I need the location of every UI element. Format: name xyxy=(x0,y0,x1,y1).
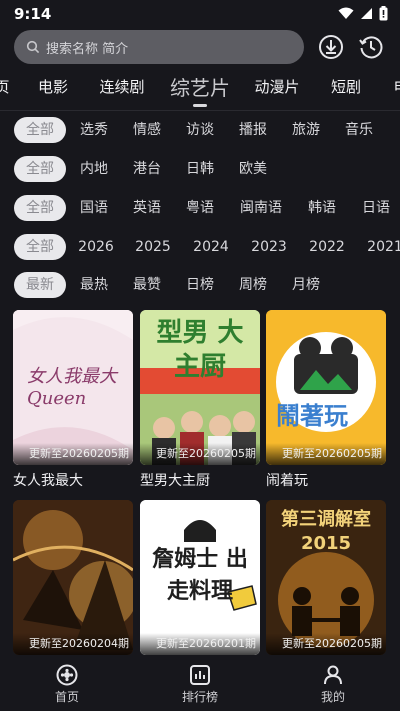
year-all-chip[interactable]: 全部 xyxy=(14,234,66,260)
show-poster[interactable]: 第三调解室 2015 更新至20260205期 xyxy=(266,500,386,655)
year-chip[interactable]: 2026 xyxy=(78,234,114,260)
show-poster[interactable]: 更新至20260204期 xyxy=(13,500,133,655)
show-poster[interactable]: 型男 大主厨 更新至20260205期 xyxy=(140,310,260,465)
battery-icon xyxy=(379,6,388,21)
tab-anime[interactable]: 动漫片 xyxy=(254,76,299,97)
show-card[interactable]: 詹姆士 出走料理 更新至20260201期 xyxy=(140,500,260,655)
poster-title-text: 詹姆士 出走料理 xyxy=(152,547,248,604)
genre-chip[interactable]: 播报 xyxy=(239,117,267,143)
show-poster[interactable]: 詹姆士 出走料理 更新至20260201期 xyxy=(140,500,260,655)
region-chip[interactable]: 日韩 xyxy=(186,156,214,182)
genre-all-chip[interactable]: 全部 xyxy=(14,117,66,143)
update-badge: 更新至20260201期 xyxy=(140,633,260,655)
poster-title-text: 第三调解室 2015 xyxy=(281,509,371,554)
signal-icon xyxy=(361,8,372,19)
year-chip[interactable]: 2022 xyxy=(309,234,345,260)
show-card[interactable]: 更新至20260204期 xyxy=(13,500,133,655)
tab-short-drama[interactable]: 短剧 xyxy=(331,76,361,97)
language-chip[interactable]: 国语 xyxy=(80,195,108,221)
show-card[interactable]: 女人我最大 Queen 更新至20260205期 女人我最大 xyxy=(13,310,133,490)
language-chip[interactable]: 英语 xyxy=(133,195,161,221)
show-title: 闹着玩 xyxy=(266,473,308,489)
tab-series[interactable]: 连续剧 xyxy=(99,76,144,97)
tab-indicator xyxy=(193,104,207,107)
genre-chip[interactable]: 音乐 xyxy=(345,117,373,143)
genre-chip[interactable]: 情感 xyxy=(133,117,161,143)
show-poster[interactable]: 女人我最大 Queen 更新至20260205期 xyxy=(13,310,133,465)
sort-chip[interactable]: 最热 xyxy=(80,272,108,298)
poster-art xyxy=(13,500,133,655)
bottom-nav: 首页 排行榜 我的 xyxy=(0,660,400,711)
filter-language: 全部 国语 英语 粤语 闽南语 韩语 日语 xyxy=(0,195,400,223)
region-chip[interactable]: 内地 xyxy=(80,156,108,182)
poster-title-text: 女人我最大 Queen xyxy=(27,366,117,409)
status-time: 9:14 xyxy=(14,5,52,23)
download-icon xyxy=(319,35,343,59)
tab-movies[interactable]: 电影 xyxy=(38,76,68,97)
tab-variety[interactable]: 综艺片 xyxy=(170,72,230,101)
filter-year: 全部 2026 2025 2024 2023 2022 2021 xyxy=(0,234,400,262)
sort-chip[interactable]: 周榜 xyxy=(239,272,267,298)
year-chip[interactable]: 2024 xyxy=(193,234,229,260)
nav-home[interactable]: 首页 xyxy=(27,664,107,705)
download-button[interactable] xyxy=(318,34,344,60)
sort-latest-chip[interactable]: 最新 xyxy=(14,272,66,298)
update-badge: 更新至20260205期 xyxy=(140,443,260,465)
update-badge: 更新至20260205期 xyxy=(266,633,386,655)
region-chip[interactable]: 港台 xyxy=(133,156,161,182)
wifi-icon xyxy=(338,7,354,19)
search-placeholder: 搜索名称 简介 xyxy=(46,41,129,57)
search-row: 搜索名称 简介 xyxy=(0,30,400,66)
poster-title-text: 鬧著玩 xyxy=(276,402,348,430)
filter-region: 全部 内地 港台 日韩 欧美 xyxy=(0,156,400,184)
filter-sort: 最新 最热 最赞 日榜 周榜 月榜 xyxy=(0,272,400,300)
show-poster[interactable]: 鬧著玩 更新至20260205期 xyxy=(266,310,386,465)
language-chip[interactable]: 粤语 xyxy=(186,195,214,221)
region-chip[interactable]: 欧美 xyxy=(239,156,267,182)
region-all-chip[interactable]: 全部 xyxy=(14,156,66,182)
show-title: 女人我最大 xyxy=(13,473,83,489)
genre-chip[interactable]: 访谈 xyxy=(186,117,214,143)
filter-genre: 全部 选秀 情感 访谈 播报 旅游 音乐 xyxy=(0,117,400,145)
poster-title-text: 型男 大主厨 xyxy=(156,318,244,382)
sort-chip[interactable]: 最赞 xyxy=(133,272,161,298)
tab-partial-right[interactable]: 电 xyxy=(393,76,400,97)
chart-icon xyxy=(190,665,210,685)
history-icon xyxy=(359,36,383,59)
update-badge: 更新至20260205期 xyxy=(266,443,386,465)
home-icon xyxy=(56,664,78,686)
show-card[interactable]: 第三调解室 2015 更新至20260205期 xyxy=(266,500,386,655)
nav-mine[interactable]: 我的 xyxy=(293,664,373,705)
genre-chip[interactable]: 选秀 xyxy=(80,117,108,143)
search-input[interactable]: 搜索名称 简介 xyxy=(14,30,304,64)
sort-chip[interactable]: 日榜 xyxy=(186,272,214,298)
show-title: 型男大主厨 xyxy=(140,473,210,489)
language-chip[interactable]: 韩语 xyxy=(308,195,336,221)
update-badge: 更新至20260205期 xyxy=(13,443,133,465)
show-card[interactable]: 型男 大主厨 更新至20260205期 型男大主厨 xyxy=(140,310,260,490)
user-icon xyxy=(324,665,342,685)
nav-rank-label: 排行榜 xyxy=(181,690,218,704)
nav-home-label: 首页 xyxy=(54,690,79,704)
search-icon xyxy=(26,40,40,54)
year-chip[interactable]: 2023 xyxy=(251,234,287,260)
tab-partial-left[interactable]: 页 xyxy=(0,76,10,97)
language-chip[interactable]: 闽南语 xyxy=(240,195,282,221)
poster-art xyxy=(266,310,386,465)
update-badge: 更新至20260204期 xyxy=(13,633,133,655)
sort-chip[interactable]: 月榜 xyxy=(292,272,320,298)
genre-chip[interactable]: 旅游 xyxy=(292,117,320,143)
year-chip[interactable]: 2025 xyxy=(135,234,171,260)
year-chip[interactable]: 2021 xyxy=(367,234,400,260)
divider xyxy=(0,110,400,111)
history-button[interactable] xyxy=(358,34,384,60)
nav-mine-label: 我的 xyxy=(320,690,345,704)
language-chip[interactable]: 日语 xyxy=(362,195,390,221)
status-bar: 9:14 xyxy=(0,0,400,28)
language-all-chip[interactable]: 全部 xyxy=(14,195,66,221)
show-card[interactable]: 鬧著玩 更新至20260205期 闹着玩 xyxy=(266,310,386,490)
nav-rank[interactable]: 排行榜 xyxy=(160,664,240,705)
